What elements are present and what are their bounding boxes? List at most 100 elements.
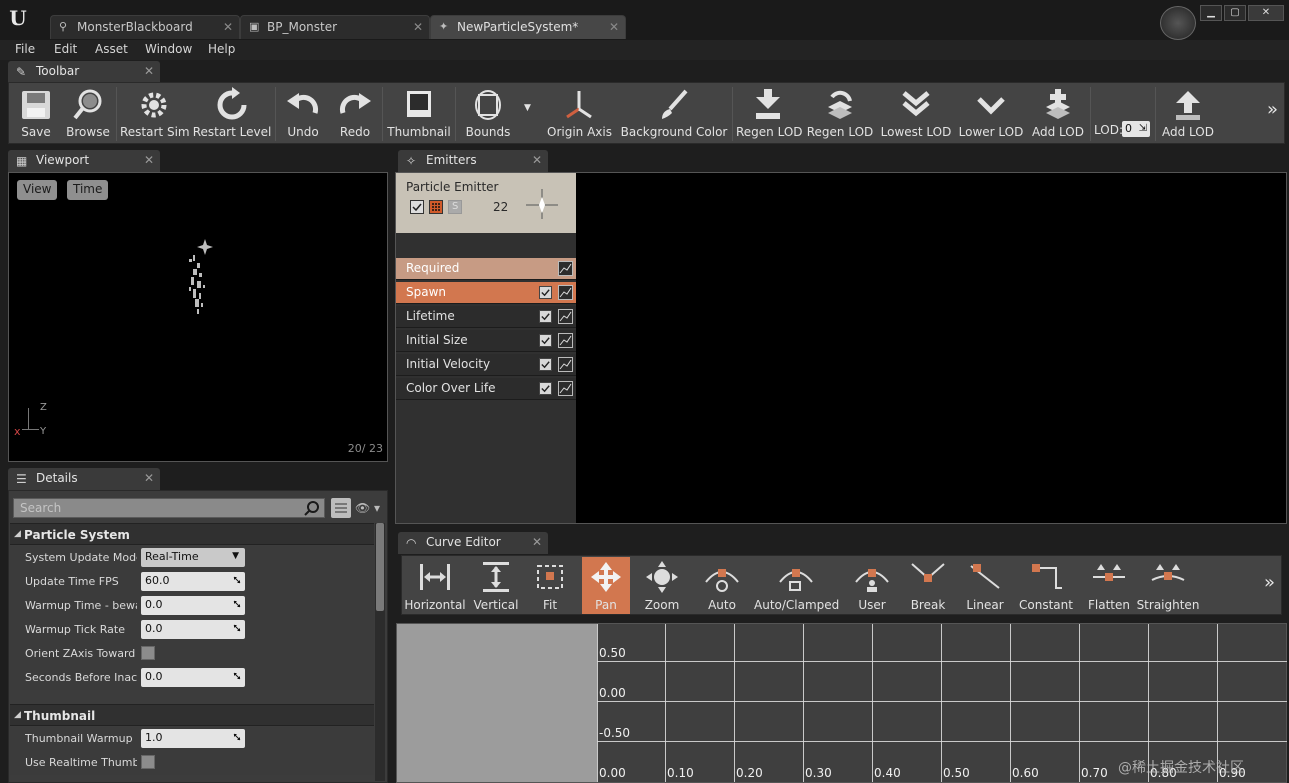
minimize-button[interactable]: ▁ — [1200, 5, 1222, 21]
emitter-solo-button[interactable]: S — [448, 200, 462, 214]
viewport[interactable]: View Time Z Y x 20/ 23 — [8, 172, 388, 462]
module-enabled-checkbox[interactable] — [539, 334, 552, 347]
pan-button[interactable]: Pan — [582, 557, 630, 614]
bounds-button[interactable]: Bounds — [459, 85, 517, 143]
property-matrix-button[interactable] — [331, 498, 351, 518]
seconds-before-inactive-input[interactable]: 0.0 — [141, 668, 245, 687]
curve-toolbar-overflow-button[interactable]: » — [1264, 572, 1275, 593]
search-input[interactable]: Search — [13, 498, 325, 518]
search-icon[interactable] — [304, 500, 320, 516]
vertical-fit-button[interactable]: Vertical — [468, 557, 524, 614]
tab-new-particle-system[interactable]: ✦ NewParticleSystem* ✕ — [430, 15, 626, 39]
module-color-over-life[interactable]: Color Over Life — [396, 378, 576, 400]
module-required[interactable]: Required — [396, 258, 576, 280]
menu-asset[interactable]: Asset — [95, 42, 128, 56]
close-icon[interactable]: ✕ — [609, 20, 619, 34]
undo-button[interactable]: Undo — [279, 85, 327, 143]
curve-graph-icon[interactable] — [558, 309, 573, 324]
module-enabled-checkbox[interactable] — [539, 358, 552, 371]
emitters-panel-tab[interactable]: ✧ Emitters ✕ — [398, 150, 548, 172]
redo-button[interactable]: Redo — [331, 85, 379, 143]
bounds-dropdown[interactable]: ▼ — [521, 85, 537, 143]
details-panel-tab[interactable]: ☰ Details ✕ — [8, 468, 160, 490]
lower-lod-button[interactable]: Lower LOD — [957, 85, 1025, 143]
close-icon[interactable]: ✕ — [144, 471, 154, 485]
auto-tangent-button[interactable]: Auto — [698, 557, 746, 614]
system-update-mode-select[interactable]: Real-Time ▼ — [141, 548, 245, 567]
curve-graph-icon[interactable] — [558, 333, 573, 348]
regen-lod-button[interactable]: Regen LOD — [736, 85, 803, 143]
lowest-lod-button[interactable]: Lowest LOD — [879, 85, 953, 143]
viewport-panel-tab[interactable]: ▦ Viewport ✕ — [8, 150, 160, 172]
linear-tangent-button[interactable]: Linear — [960, 557, 1010, 614]
warmup-time-input[interactable]: 0.0 — [141, 596, 245, 615]
module-initial-size[interactable]: Initial Size — [396, 330, 576, 352]
details-scrollbar[interactable] — [375, 523, 385, 781]
origin-axis-button[interactable]: Origin Axis — [547, 85, 612, 143]
zoom-button[interactable]: Zoom — [638, 557, 686, 614]
menu-file[interactable]: File — [15, 42, 35, 56]
lod-value-input[interactable]: 0 ⇲ — [1122, 121, 1150, 137]
warmup-tick-rate-input[interactable]: 0.0 — [141, 620, 245, 639]
update-time-fps-input[interactable]: 60.0 — [141, 572, 245, 591]
straighten-tangent-button[interactable]: Straighten — [1136, 557, 1200, 614]
view-button[interactable]: View — [17, 180, 58, 200]
curve-graph-icon[interactable] — [558, 381, 573, 396]
restart-level-button[interactable]: Restart Level — [192, 85, 272, 143]
menu-window[interactable]: Window — [145, 42, 192, 56]
emitter-enabled-checkbox[interactable] — [410, 200, 424, 214]
restart-sim-button[interactable]: Restart Sim — [120, 85, 190, 143]
module-enabled-checkbox[interactable] — [539, 310, 552, 323]
module-spawn[interactable]: Spawn — [396, 282, 576, 304]
toolbar-panel-tab[interactable]: ✎ Toolbar ✕ — [8, 61, 160, 83]
module-enabled-checkbox[interactable] — [539, 286, 552, 299]
module-initial-velocity[interactable]: Initial Velocity — [396, 354, 576, 376]
close-icon[interactable]: ✕ — [532, 535, 542, 549]
horizontal-fit-button[interactable]: Horizontal — [404, 557, 466, 614]
thumbnail-button[interactable]: Thumbnail — [386, 85, 452, 143]
emitter-column[interactable]: Particle Emitter S 22 Required Spawn Lif… — [396, 173, 576, 523]
thumbnail-warmup-input[interactable]: 1.0 — [141, 729, 245, 748]
user-tangent-button[interactable]: User — [848, 557, 896, 614]
add-lod-button[interactable]: Add LOD — [1029, 85, 1087, 143]
time-button[interactable]: Time — [67, 180, 109, 200]
close-window-button[interactable]: ✕ — [1248, 5, 1284, 21]
category-thumbnail[interactable]: ◢ Thumbnail — [10, 704, 374, 726]
emitter-header[interactable]: Particle Emitter S 22 — [396, 173, 576, 233]
regen-lod-button-2[interactable]: Regen LOD — [806, 85, 874, 143]
visibility-button[interactable]: 👁 ▾ — [355, 501, 383, 515]
curve-track-list[interactable] — [397, 624, 597, 782]
curve-graph-icon[interactable] — [558, 357, 573, 372]
module-lifetime[interactable]: Lifetime — [396, 306, 576, 328]
close-icon[interactable]: ✕ — [413, 20, 423, 34]
close-icon[interactable]: ✕ — [144, 153, 154, 167]
menu-help[interactable]: Help — [208, 42, 235, 56]
fit-button[interactable]: Fit — [526, 557, 574, 614]
constant-tangent-button[interactable]: Constant — [1018, 557, 1074, 614]
close-icon[interactable]: ✕ — [532, 153, 542, 167]
add-lod-button-2[interactable]: Add LOD — [1159, 85, 1217, 143]
orient-zaxis-checkbox[interactable] — [141, 646, 155, 660]
toolbar-overflow-button[interactable]: » — [1267, 99, 1278, 120]
close-icon[interactable]: ✕ — [144, 64, 154, 78]
curve-graph-icon[interactable] — [558, 285, 573, 300]
save-button[interactable]: Save — [11, 85, 61, 143]
use-realtime-thumbnail-checkbox[interactable] — [141, 755, 155, 769]
background-color-button[interactable]: Background Color — [619, 85, 729, 143]
curve-graph-icon[interactable] — [558, 261, 573, 276]
maximize-button[interactable]: ▢ — [1224, 5, 1246, 21]
emitter-render-mode-button[interactable] — [429, 200, 443, 214]
curve-editor-panel-tab[interactable]: ◠ Curve Editor ✕ — [398, 532, 548, 554]
scrollbar-thumb[interactable] — [376, 523, 384, 611]
tab-bp-monster[interactable]: ▣ BP_Monster ✕ — [240, 15, 430, 39]
flatten-tangent-button[interactable]: Flatten — [1084, 557, 1134, 614]
emitters-panel[interactable]: Particle Emitter S 22 Required Spawn Lif… — [395, 172, 1287, 524]
close-icon[interactable]: ✕ — [223, 20, 233, 34]
break-tangent-button[interactable]: Break — [904, 557, 952, 614]
module-enabled-checkbox[interactable] — [539, 382, 552, 395]
tab-monster-blackboard[interactable]: ⚲ MonsterBlackboard ✕ — [50, 15, 240, 39]
auto-clamped-button[interactable]: Auto/Clamped — [754, 557, 839, 614]
menu-edit[interactable]: Edit — [54, 42, 77, 56]
browse-button[interactable]: Browse — [63, 85, 113, 143]
category-particle-system[interactable]: ◢ Particle System — [10, 523, 374, 545]
